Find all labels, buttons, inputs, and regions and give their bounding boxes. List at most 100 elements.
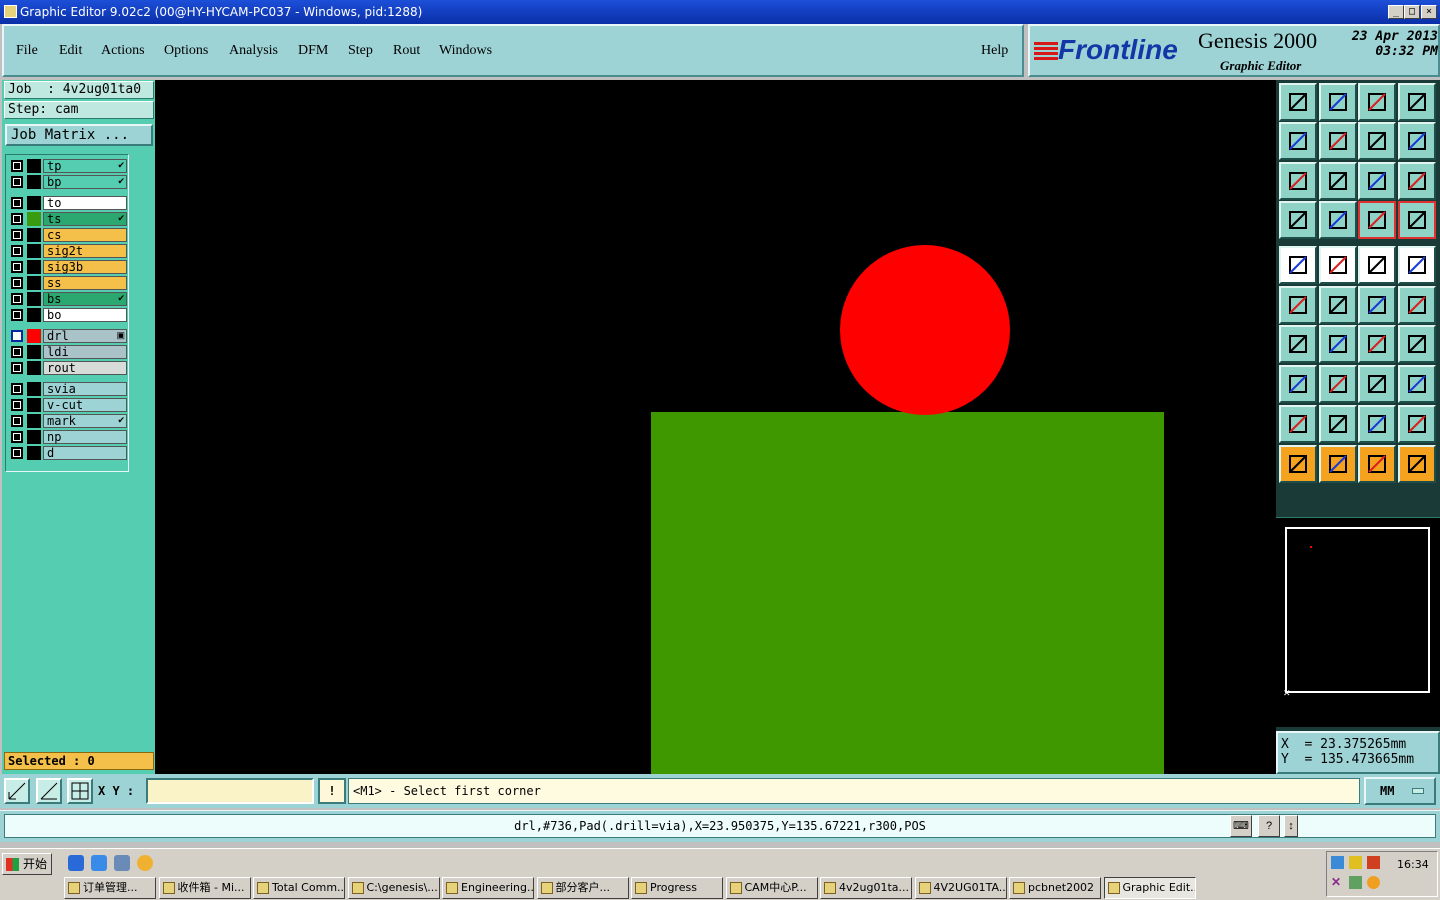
help-icon[interactable] bbox=[1398, 162, 1436, 200]
start-button[interactable]: 开始 bbox=[2, 853, 52, 875]
snap-tool-icon[interactable] bbox=[1279, 201, 1317, 239]
dot-icon[interactable] bbox=[1398, 246, 1436, 284]
layer-color-swatch[interactable] bbox=[27, 382, 41, 396]
menu-options[interactable]: Options bbox=[164, 43, 208, 59]
maximize-button[interactable]: □ bbox=[1404, 5, 1420, 19]
redraw-icon[interactable] bbox=[1398, 122, 1436, 160]
layer-name[interactable]: ts bbox=[43, 212, 127, 226]
job-matrix-button[interactable]: Job Matrix ... bbox=[5, 124, 153, 146]
layer-row-drl[interactable]: drl ▣ bbox=[9, 329, 127, 343]
layer-name[interactable]: bs bbox=[43, 292, 127, 306]
explorer-icon[interactable] bbox=[114, 855, 130, 871]
taskbar-task[interactable]: Progress bbox=[631, 877, 723, 899]
layer-color-swatch[interactable] bbox=[27, 414, 41, 428]
menu-help[interactable]: Help bbox=[981, 43, 1008, 59]
menu-rout[interactable]: Rout bbox=[393, 43, 420, 59]
clock-app-icon[interactable] bbox=[137, 855, 153, 871]
layer-color-swatch[interactable] bbox=[27, 228, 41, 242]
mirror-icon[interactable] bbox=[1398, 325, 1436, 363]
cut-icon[interactable] bbox=[1319, 365, 1357, 403]
pencil-icon[interactable] bbox=[1349, 856, 1362, 869]
pan-left-icon[interactable] bbox=[1279, 122, 1317, 160]
layer-color-swatch[interactable] bbox=[27, 196, 41, 210]
layer-row-v-cut[interactable]: v-cut bbox=[9, 398, 127, 412]
scale-1-2-icon[interactable] bbox=[1358, 162, 1396, 200]
scroll-arrows-icon[interactable]: ↕ bbox=[1284, 815, 1298, 837]
layer-color-swatch[interactable] bbox=[27, 345, 41, 359]
taskbar-task[interactable]: CAM中心P... bbox=[725, 877, 818, 899]
layer-checkbox[interactable] bbox=[11, 330, 23, 342]
layer-row-ss[interactable]: ss bbox=[9, 276, 127, 290]
layer-name[interactable]: sig2t bbox=[43, 244, 127, 258]
graphic-canvas[interactable] bbox=[155, 80, 1276, 774]
layers-red2-icon[interactable] bbox=[1398, 201, 1436, 239]
tool-tray-icon[interactable] bbox=[1367, 856, 1380, 869]
shield-icon[interactable] bbox=[1349, 876, 1362, 889]
layer-checkbox[interactable] bbox=[11, 415, 23, 427]
layer-checkbox[interactable] bbox=[11, 197, 23, 209]
taskbar-task[interactable]: Total Comm... bbox=[253, 877, 345, 899]
menu-file[interactable]: File bbox=[16, 43, 38, 59]
taskbar-task[interactable]: Graphic Edit... bbox=[1103, 877, 1196, 899]
layer-name[interactable]: mark bbox=[43, 414, 127, 428]
layer-row-d[interactable]: d bbox=[9, 446, 127, 460]
layer-row-ts[interactable]: ts ✔ bbox=[9, 212, 127, 226]
rotate-icon[interactable] bbox=[1358, 325, 1396, 363]
fit-icon[interactable] bbox=[1279, 162, 1317, 200]
taskbar-task[interactable]: 收件箱 - Mi... bbox=[158, 877, 251, 899]
move-icon[interactable] bbox=[1279, 365, 1317, 403]
layer-checkbox[interactable] bbox=[11, 362, 23, 374]
taskbar-task[interactable]: 部分客户... bbox=[536, 877, 629, 899]
layer-row-bo[interactable]: bo bbox=[9, 308, 127, 322]
layer-checkbox[interactable] bbox=[11, 431, 23, 443]
arc2-icon[interactable] bbox=[1319, 405, 1357, 443]
feature-icon[interactable] bbox=[1319, 201, 1357, 239]
layer-name[interactable]: ss bbox=[43, 276, 127, 290]
cross-icon[interactable] bbox=[1319, 286, 1357, 324]
units-select[interactable]: MM bbox=[1364, 777, 1436, 805]
layer-row-ldi[interactable]: ldi bbox=[9, 345, 127, 359]
layer-checkbox[interactable] bbox=[11, 293, 23, 305]
layer-row-tp[interactable]: tp ✔ bbox=[9, 159, 127, 173]
line-icon[interactable] bbox=[1358, 286, 1396, 324]
snap-angle-icon[interactable] bbox=[36, 778, 62, 804]
arc-icon[interactable] bbox=[1279, 405, 1317, 443]
layer-color-swatch[interactable] bbox=[27, 159, 41, 173]
minimize-button[interactable]: _ bbox=[1388, 5, 1404, 19]
layer-name[interactable]: bo bbox=[43, 308, 127, 322]
outlook-icon[interactable] bbox=[91, 855, 107, 871]
layer-name[interactable]: svia bbox=[43, 382, 127, 396]
help-status-icon[interactable]: ? bbox=[1258, 815, 1280, 837]
layer-checkbox[interactable] bbox=[11, 309, 23, 321]
select3-icon[interactable] bbox=[1358, 445, 1396, 483]
menu-windows[interactable]: Windows bbox=[439, 43, 492, 59]
select-icon[interactable] bbox=[1279, 445, 1317, 483]
taskbar-task[interactable]: 4V2UG01TA... bbox=[914, 877, 1007, 899]
center-icon[interactable] bbox=[1319, 162, 1357, 200]
layer-checkbox[interactable] bbox=[11, 383, 23, 395]
arc4-icon[interactable] bbox=[1398, 405, 1436, 443]
layer-name[interactable]: ldi bbox=[43, 345, 127, 359]
measure-icon[interactable] bbox=[1358, 365, 1396, 403]
keyboard-icon[interactable]: ⌨ bbox=[1230, 815, 1252, 837]
layer-color-swatch[interactable] bbox=[27, 361, 41, 375]
layer-checkbox[interactable] bbox=[11, 213, 23, 225]
menu-step[interactable]: Step bbox=[348, 43, 373, 59]
layer-row-cs[interactable]: cs bbox=[9, 228, 127, 242]
layer-row-to[interactable]: to bbox=[9, 196, 127, 210]
layer-row-rout[interactable]: rout bbox=[9, 361, 127, 375]
layer-checkbox[interactable] bbox=[11, 346, 23, 358]
layer-row-mark[interactable]: mark ✔ bbox=[9, 414, 127, 428]
snap-grid-icon[interactable] bbox=[4, 778, 30, 804]
warning-button[interactable]: ! bbox=[318, 778, 346, 804]
layer-checkbox[interactable] bbox=[11, 160, 23, 172]
zoom-home-icon[interactable] bbox=[1279, 83, 1317, 121]
zoom-back-icon[interactable] bbox=[1319, 83, 1357, 121]
layer-name[interactable]: v-cut bbox=[43, 398, 127, 412]
window-icon[interactable] bbox=[1398, 83, 1436, 121]
layer-color-swatch[interactable] bbox=[27, 244, 41, 258]
layer-checkbox[interactable] bbox=[11, 245, 23, 257]
layer-color-swatch[interactable] bbox=[27, 175, 41, 189]
arc3-icon[interactable] bbox=[1358, 405, 1396, 443]
layer-color-swatch[interactable] bbox=[27, 329, 41, 343]
